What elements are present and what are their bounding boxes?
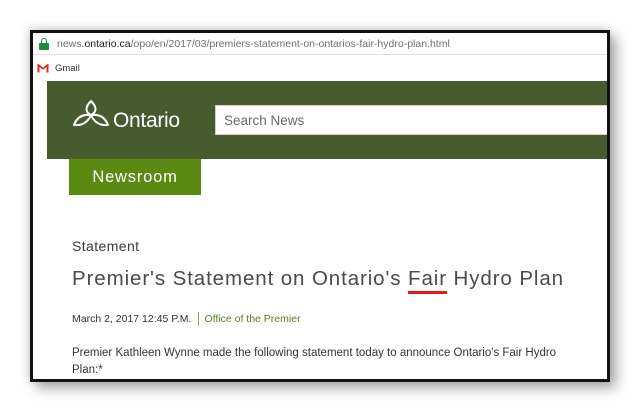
newsroom-tab[interactable]: Newsroom: [69, 159, 201, 195]
article-lead: Premier Kathleen Wynne made the followin…: [72, 347, 557, 376]
article-kicker: Statement: [72, 238, 140, 254]
search-input[interactable]: [215, 105, 607, 135]
address-bar[interactable]: news.ontario.ca/opo/en/2017/03/premiers-…: [33, 33, 607, 55]
bookmarks-bar: Gmail: [33, 55, 607, 81]
article-date: March 2, 2017 12:45 P.M.: [72, 313, 192, 325]
trillium-logo-icon: [71, 97, 111, 131]
bookmark-gmail[interactable]: Gmail: [55, 63, 80, 74]
url-text[interactable]: news.ontario.ca/opo/en/2017/03/premiers-…: [57, 38, 450, 50]
logo-text: Ontario: [113, 109, 180, 132]
gmail-icon[interactable]: [37, 63, 49, 73]
secure-lock-icon[interactable]: [39, 37, 49, 50]
ontario-logo[interactable]: Ontario: [71, 97, 180, 132]
screenshot-frame: news.ontario.ca/opo/en/2017/03/premiers-…: [30, 30, 610, 382]
site-header: Ontario: [47, 81, 607, 159]
office-link[interactable]: Office of the Premier: [204, 313, 300, 325]
article-meta: March 2, 2017 12:45 P.M. Office of the P…: [72, 312, 301, 326]
article-headline: Premier's Statement on Ontario's Fair Hy…: [72, 267, 564, 294]
meta-divider: [198, 312, 200, 326]
spellcheck-flagged-word[interactable]: Fair: [408, 267, 447, 294]
